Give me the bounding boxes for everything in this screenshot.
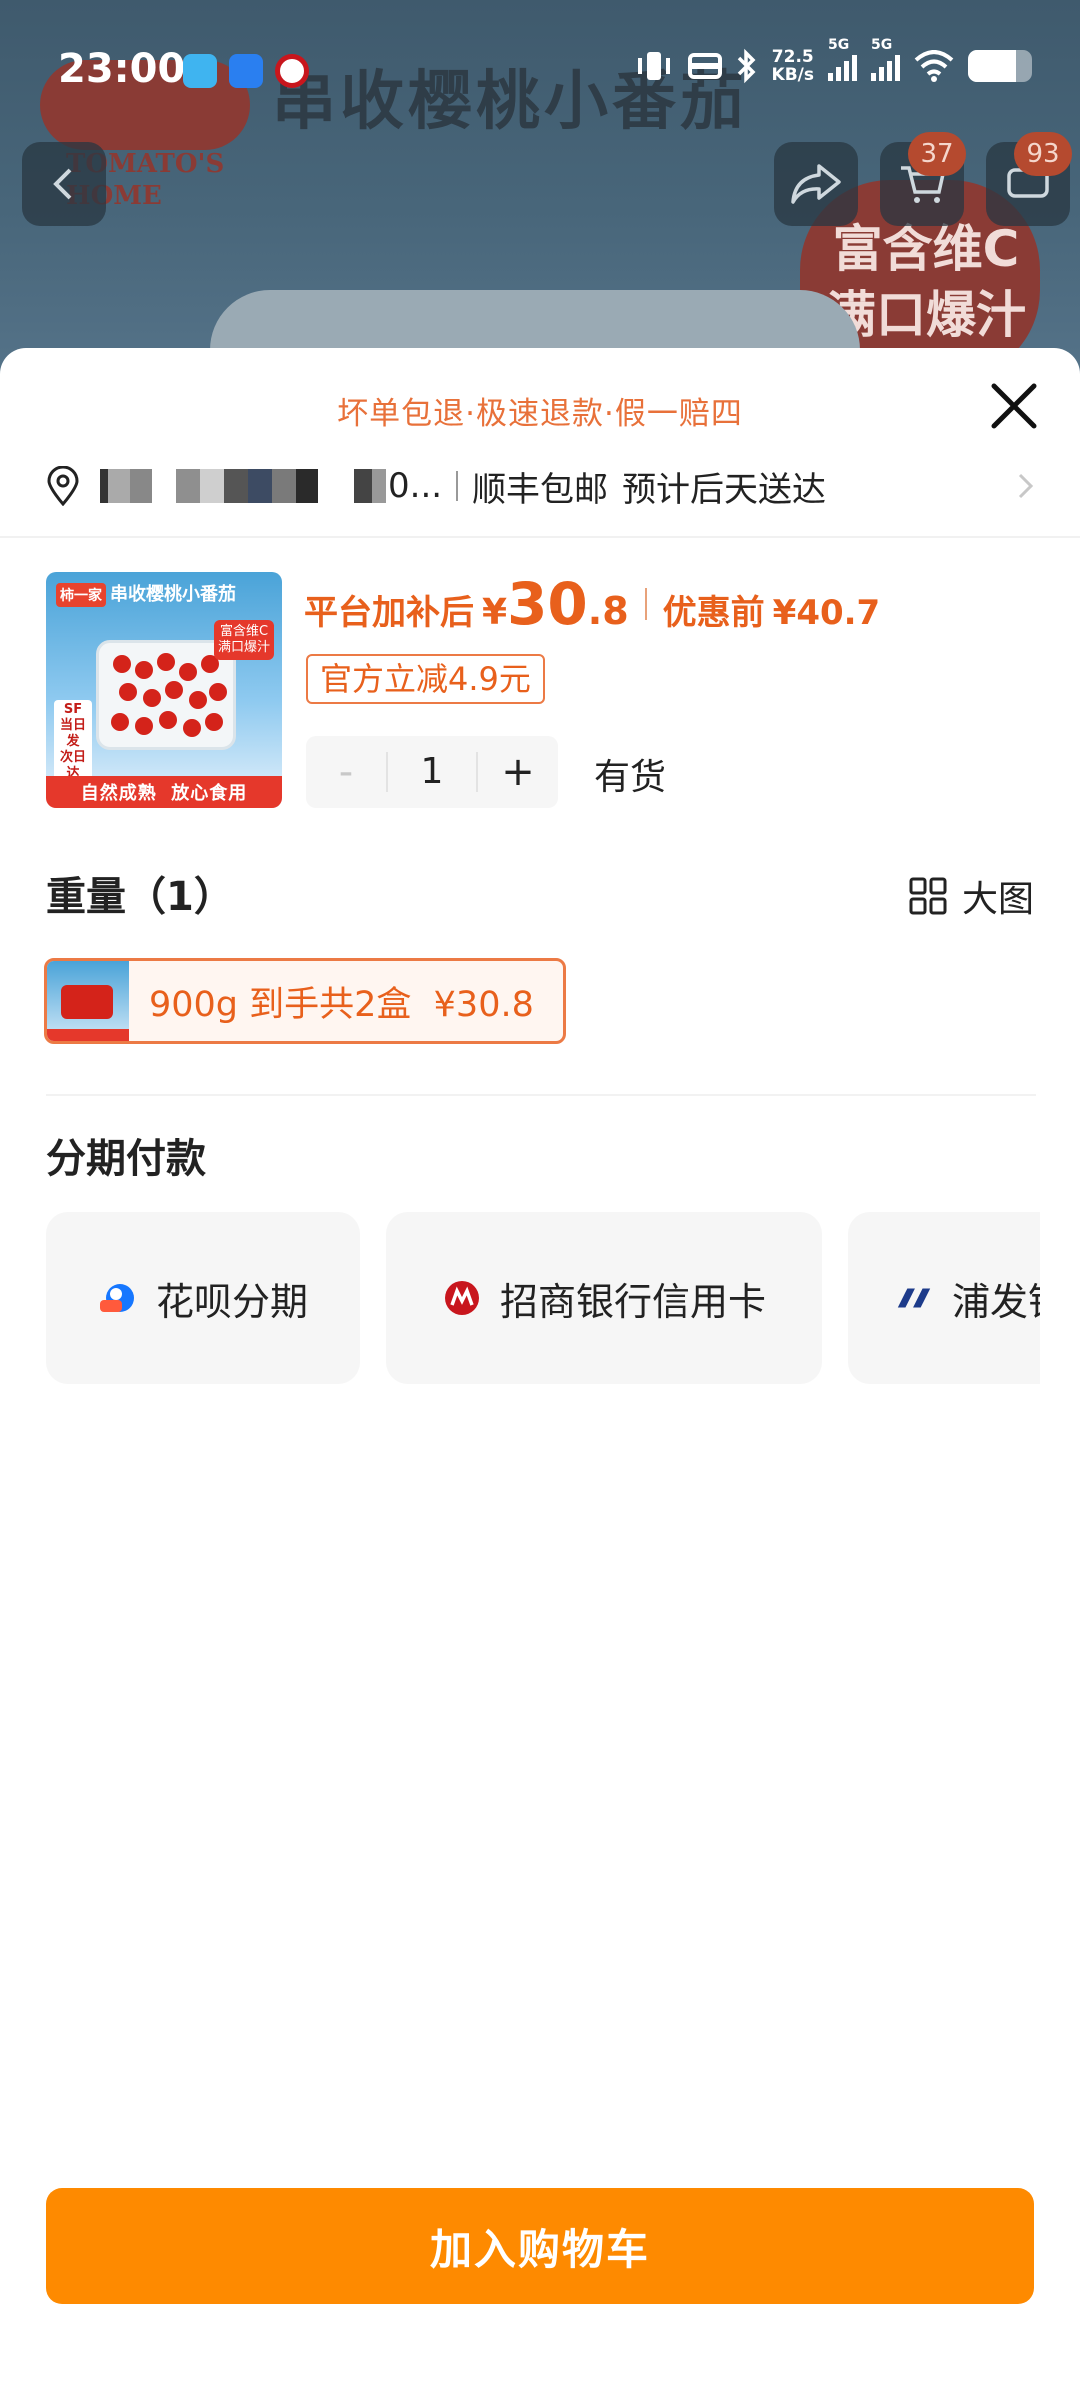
- thumbnail-title: 柿一家 串收樱桃小番茄: [56, 580, 236, 607]
- address-separator: [456, 471, 459, 501]
- message-button[interactable]: 93: [986, 132, 1072, 226]
- weight-section-title: 重量（1）: [46, 874, 234, 920]
- wifi-icon: [914, 50, 954, 82]
- weight-option-label: 900g 到手共2盒 ¥30.8: [149, 984, 534, 1025]
- signal-sim1-icon: 5G: [828, 37, 857, 81]
- option-thumbnail: [47, 961, 129, 1041]
- installment-options: 花呗分期 招商银行信用卡 浦发银行: [46, 1212, 1040, 1384]
- spdb-icon: [894, 1278, 934, 1318]
- delivery-eta: 预计后天送达: [622, 469, 827, 510]
- cart-button[interactable]: 37: [880, 132, 966, 226]
- huabei-icon: [98, 1278, 138, 1318]
- share-button[interactable]: [774, 142, 858, 226]
- masked-address: 0...: [100, 466, 442, 506]
- increase-quantity-button[interactable]: +: [478, 736, 558, 808]
- signal-sim2-icon: 5G: [871, 37, 900, 81]
- installment-option-huabei[interactable]: 花呗分期: [46, 1212, 360, 1384]
- guarantee-banner: 坏单包退·极速退款·假一赔四: [337, 396, 743, 432]
- cmb-icon: [442, 1278, 482, 1318]
- quantity-stepper: - 1 +: [306, 736, 558, 808]
- price-integer: 30: [507, 570, 588, 638]
- weight-option-selected[interactable]: 900g 到手共2盒 ¥30.8: [44, 958, 566, 1044]
- bank-notification-icon: [275, 54, 309, 88]
- app-notification-icon: [229, 54, 263, 88]
- sku-selection-sheet: 坏单包退·极速退款·假一赔四 0... 顺丰包邮 预计后天送达 柿一家 串收樱桃小…: [0, 348, 1080, 2400]
- installment-section-title: 分期付款: [46, 1136, 206, 1182]
- price-row: 平台加补后 ¥ 30 .8 优惠前 ¥40.7: [304, 570, 880, 638]
- stock-status: 有货: [594, 757, 667, 798]
- nfc-icon: [687, 53, 722, 79]
- installment-label: 招商银行信用卡: [499, 1279, 766, 1324]
- chevron-left-icon: [53, 168, 72, 200]
- status-indicators: 72.5 KB/s 5G 5G: [634, 37, 1032, 85]
- vibrate-icon: [637, 52, 670, 80]
- chevron-right-icon: [1018, 473, 1034, 499]
- grid-icon: [909, 877, 947, 915]
- big-view-label: 大图: [961, 879, 1034, 920]
- discount-coupon-badge: 官方立减4.9元: [306, 654, 545, 704]
- address-suffix: 0...: [388, 466, 443, 506]
- location-pin-icon: [47, 466, 79, 506]
- divider: [0, 536, 1080, 538]
- status-time: 23:00: [58, 46, 186, 92]
- close-icon: [991, 383, 1037, 429]
- price-decimal: .8: [587, 589, 629, 633]
- network-speed: 72.5 KB/s: [771, 47, 814, 85]
- sf-express-badge: SF 当日发 次日达: [54, 700, 92, 784]
- installment-label: 花呗分期: [155, 1279, 308, 1324]
- message-count-badge: 93: [1014, 132, 1072, 176]
- share-icon: [791, 164, 841, 204]
- delivery-address-row[interactable]: 0... 顺丰包邮 预计后天送达: [46, 456, 1036, 516]
- product-thumbnail[interactable]: 柿一家 串收樱桃小番茄 富含维C 满口爆汁 SF 当日发 次日达 自然成熟 放心食…: [46, 572, 282, 808]
- decrease-quantity-button[interactable]: -: [306, 736, 386, 808]
- thumbnail-footer: 自然成熟 放心食用: [46, 776, 282, 808]
- thumbnail-tag: 富含维C 满口爆汁: [213, 620, 274, 660]
- shipping-method: 顺丰包邮: [472, 469, 609, 510]
- battery-icon: [968, 50, 1032, 82]
- app-notification-icon: [183, 54, 217, 88]
- installment-option-cmb[interactable]: 招商银行信用卡: [386, 1212, 822, 1384]
- back-button[interactable]: [22, 142, 106, 226]
- status-bar: 23:00 72.5 KB/s 5G 5G: [0, 0, 1080, 110]
- original-price: ¥40.7: [772, 593, 881, 633]
- currency-symbol: ¥: [482, 592, 508, 633]
- cart-count-badge: 37: [908, 132, 966, 176]
- product-page-backdrop: 串收樱桃小番茄 TOMATO'S HOME 富含维C 满口爆汁 23:00 72…: [0, 0, 1080, 380]
- price-separator: [644, 588, 647, 620]
- installment-option-spdb[interactable]: 浦发银行: [848, 1212, 1040, 1384]
- divider: [46, 1094, 1036, 1096]
- add-to-cart-button[interactable]: 加入购物车: [46, 2188, 1034, 2304]
- original-price-label: 优惠前: [662, 593, 765, 633]
- bluetooth-icon: [737, 48, 756, 84]
- quantity-value[interactable]: 1: [386, 752, 478, 792]
- notification-icons: [183, 54, 309, 88]
- close-button[interactable]: [986, 378, 1042, 434]
- big-view-toggle[interactable]: 大图: [908, 870, 1034, 922]
- installment-label: 浦发银行: [952, 1279, 1040, 1324]
- price-label: 平台加补后: [304, 593, 474, 633]
